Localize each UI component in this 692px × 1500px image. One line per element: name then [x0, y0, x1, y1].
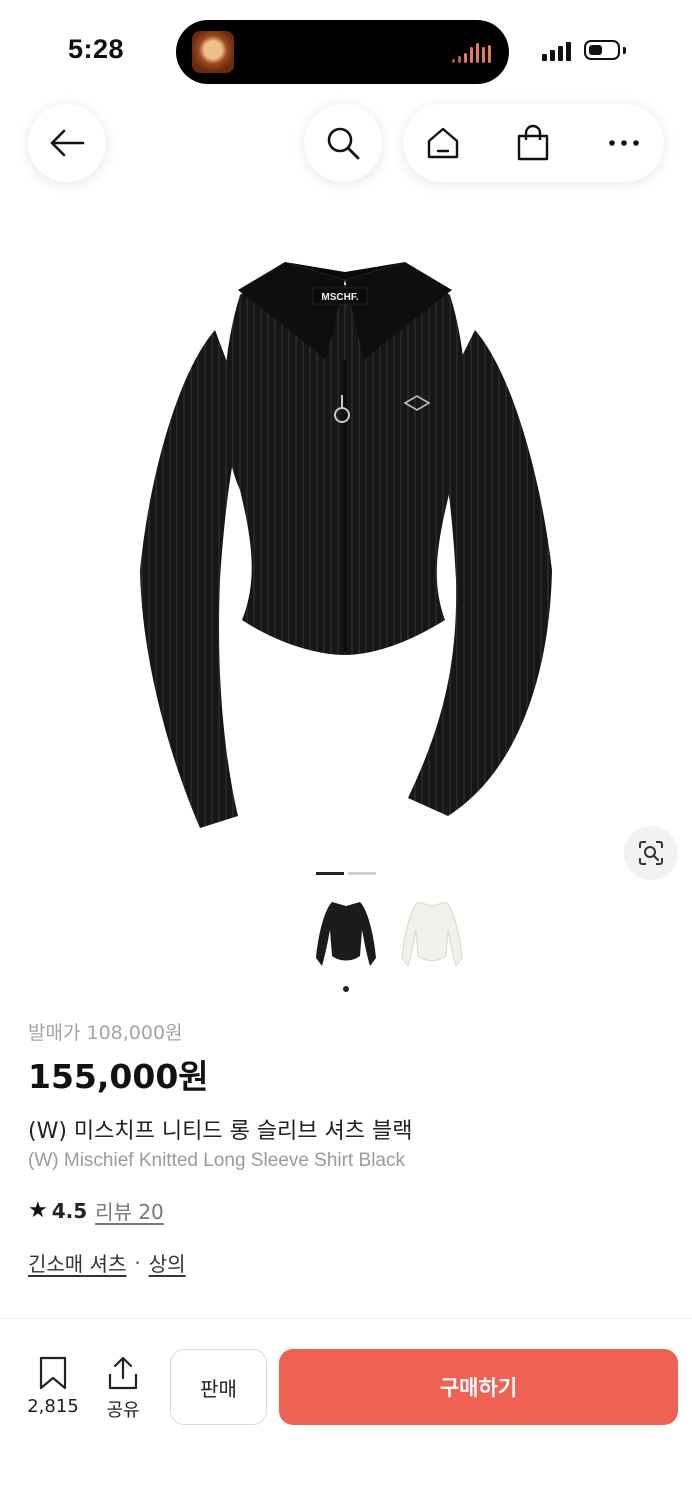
share-button[interactable]: 공유 — [100, 1356, 146, 1422]
rating-value: 4.5 — [51, 1198, 88, 1223]
lens-icon — [639, 841, 663, 865]
home-button[interactable] — [403, 104, 483, 182]
gallery-indicator — [348, 872, 376, 875]
product-image[interactable]: MSCHF. — [120, 250, 570, 850]
image-search-button[interactable] — [624, 826, 678, 880]
product-price: 155,000원 — [28, 1057, 209, 1096]
now-playing-artwork-icon — [192, 31, 234, 73]
more-button[interactable] — [584, 104, 664, 182]
color-option-white[interactable] — [400, 896, 464, 980]
product-title-en: (W) Mischief Knitted Long Sleeve Shirt B… — [28, 1150, 405, 1171]
svg-text:MSCHF.: MSCHF. — [321, 292, 358, 303]
sell-button[interactable]: 판매 — [170, 1349, 267, 1425]
release-price: 발매가 108,000원 — [28, 1022, 183, 1044]
shopping-bag-icon — [517, 124, 549, 161]
back-button[interactable] — [28, 104, 106, 182]
arrow-left-icon — [50, 129, 85, 157]
cellular-signal-icon — [542, 41, 571, 61]
color-option-black[interactable] — [314, 896, 378, 980]
category-link[interactable]: 긴소매 셔츠 — [28, 1248, 126, 1277]
divider — [0, 1318, 692, 1319]
more-icon — [609, 140, 639, 146]
battery-icon — [584, 40, 620, 60]
product-title-ko: (W) 미스치프 니티드 롱 슬리브 셔츠 블랙 — [28, 1119, 413, 1144]
search-icon — [327, 127, 360, 160]
dynamic-island[interactable] — [176, 20, 509, 84]
rating-row: ★ 4.5 리뷰 20 — [28, 1196, 164, 1225]
audio-wave-icon — [452, 43, 491, 63]
star-icon: ★ — [28, 1198, 48, 1223]
buy-button[interactable]: 구매하기 — [279, 1349, 678, 1425]
share-label: 공유 — [106, 1400, 140, 1421]
bookmark-count: 2,815 — [27, 1396, 79, 1417]
review-link[interactable]: 리뷰 20 — [95, 1196, 164, 1225]
search-button[interactable] — [304, 104, 382, 182]
nav-actions-pill — [403, 104, 664, 182]
parent-category-link[interactable]: 상의 — [149, 1248, 186, 1277]
gallery-indicator-active — [316, 872, 344, 875]
bookmark-icon — [39, 1356, 67, 1390]
category-breadcrumb: 긴소매 셔츠 · 상의 — [28, 1248, 186, 1277]
selected-color-dot — [343, 986, 349, 992]
category-separator: · — [134, 1250, 141, 1275]
cart-button[interactable] — [493, 104, 573, 182]
status-time: 5:28 — [68, 34, 125, 64]
bookmark-button[interactable]: 2,815 — [26, 1356, 80, 1417]
share-icon — [108, 1356, 138, 1390]
home-icon — [427, 127, 459, 159]
